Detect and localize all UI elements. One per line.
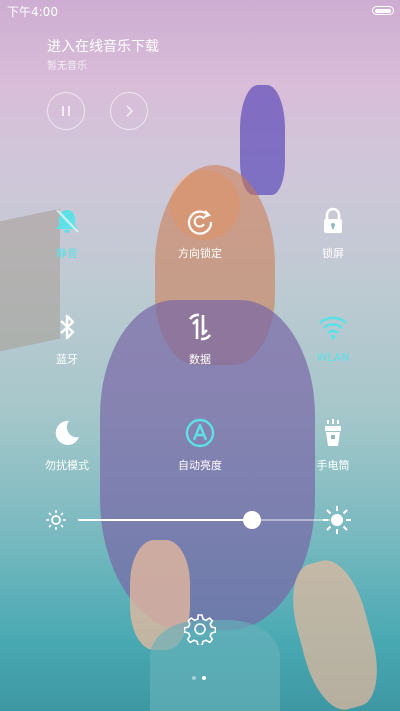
auto-brightness-icon: [185, 418, 215, 448]
brightness-thumb[interactable]: [243, 511, 261, 529]
brightness-slider[interactable]: [45, 505, 355, 535]
tile-mute[interactable]: 静音: [27, 205, 107, 261]
tile-label: 静音: [56, 247, 78, 260]
tile-mobile-data[interactable]: 数据: [160, 311, 240, 367]
tile-do-not-disturb[interactable]: 勿扰模式: [27, 417, 107, 473]
tile-lock-screen[interactable]: 锁屏: [293, 205, 373, 261]
tile-label: 自动亮度: [178, 459, 222, 472]
tile-label: 手电筒: [316, 459, 350, 472]
tile-label: 数据: [189, 353, 211, 366]
status-time: 下午4:00: [7, 5, 58, 19]
sun-large-icon: [323, 506, 351, 534]
lock-icon: [324, 207, 342, 233]
battery-icon: [372, 6, 394, 15]
wifi-icon: [319, 316, 347, 340]
tile-auto-brightness[interactable]: 自动亮度: [160, 417, 240, 473]
bluetooth-icon: [60, 314, 75, 340]
tile-label: WLAN: [316, 351, 350, 364]
tile-wlan[interactable]: WLAN: [293, 311, 373, 364]
tile-rotation-lock[interactable]: 方向锁定: [160, 205, 240, 261]
chevron-right-icon: [126, 105, 134, 117]
page-dot-active: [202, 676, 206, 680]
brightness-track[interactable]: [78, 511, 330, 529]
moon-icon: [55, 420, 79, 445]
pause-button[interactable]: [47, 92, 85, 130]
settings-gear-icon[interactable]: [184, 613, 216, 645]
music-subtitle: 暂无音乐: [47, 61, 87, 72]
next-track-button[interactable]: [110, 92, 148, 130]
mobile-data-icon: [188, 313, 212, 341]
sun-small-icon: [46, 510, 66, 530]
rotation-lock-icon: [187, 210, 213, 235]
flashlight-icon: [325, 419, 341, 446]
pause-icon: [62, 106, 70, 116]
tile-bluetooth[interactable]: 蓝牙: [27, 311, 107, 367]
tile-label: 蓝牙: [56, 353, 78, 366]
tile-label: 方向锁定: [178, 247, 222, 260]
tile-flashlight[interactable]: 手电筒: [293, 417, 373, 473]
tile-label: 锁屏: [322, 247, 344, 260]
music-title[interactable]: 进入在线音乐下载: [47, 36, 159, 56]
bell-muted-icon: [56, 209, 79, 233]
tile-label: 勿扰模式: [45, 459, 89, 472]
page-indicator: [192, 676, 208, 682]
brightness-fill: [78, 519, 252, 521]
page-dot: [192, 676, 196, 680]
